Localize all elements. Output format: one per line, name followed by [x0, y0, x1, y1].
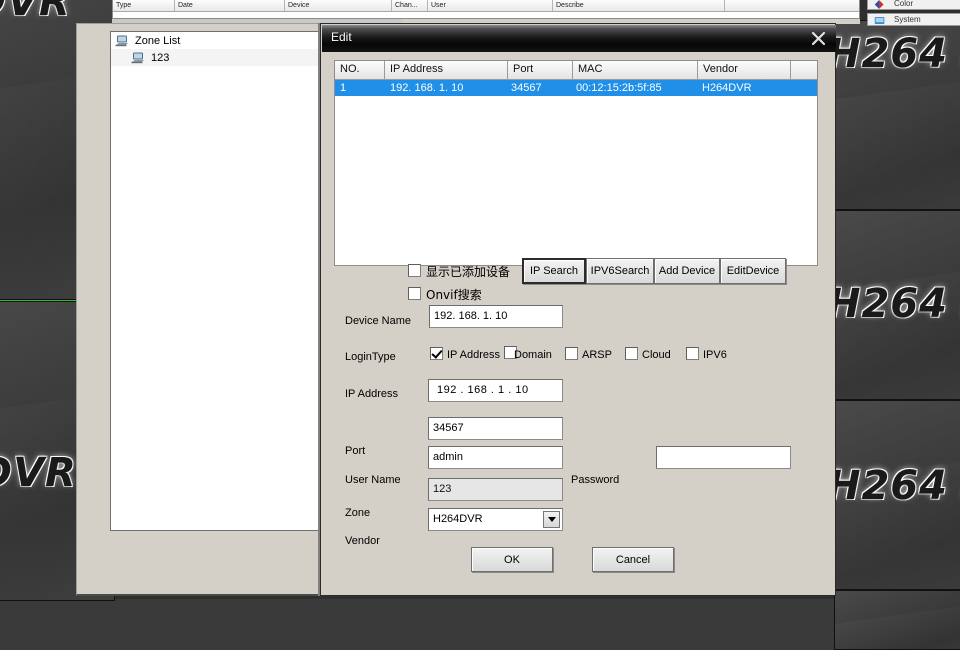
- vendor-select-value: H264DVR: [433, 513, 483, 525]
- dvr-logo: H264 DVR: [834, 281, 960, 327]
- cell-vendor: H264DVR: [702, 82, 752, 94]
- edit-dialog: Edit NO. IP Address Port MAC Vendor 1 19…: [320, 23, 836, 596]
- col-mac[interactable]: MAC: [573, 61, 698, 79]
- menu-item-color[interactable]: Color: [867, 0, 960, 10]
- col-vendor[interactable]: Vendor: [698, 61, 791, 79]
- log-col-channel: Chan...: [392, 0, 428, 11]
- edit-device-button[interactable]: EditDevice: [720, 258, 786, 284]
- device-list[interactable]: NO. IP Address Port MAC Vendor 1 192. 16…: [334, 60, 818, 266]
- device-name-input[interactable]: 192. 168. 1. 10: [429, 305, 563, 328]
- menu-item-system[interactable]: System: [867, 13, 960, 26]
- ip-address-input[interactable]: 192 . 168 . 1 . 10: [428, 379, 563, 402]
- computer-icon: [131, 52, 144, 64]
- menu-item-color-label: Color: [894, 0, 914, 8]
- cell-blank: [791, 80, 817, 96]
- ip-search-button[interactable]: IP Search: [522, 258, 586, 284]
- onvif-search-checkbox[interactable]: [408, 287, 421, 300]
- login-type-ip-address-label: IP Address: [447, 349, 500, 361]
- login-type-arsp-checkbox[interactable]: [565, 347, 578, 360]
- video-cell: [834, 590, 960, 650]
- login-type-ipv6-label: IPV6: [703, 349, 727, 361]
- login-type-cloud-label: Cloud: [642, 349, 671, 361]
- ipv6-search-button[interactable]: IPV6Search: [586, 258, 654, 284]
- dvr-logo: H264 DVR: [834, 463, 960, 509]
- onvif-search-label: Onvif搜索: [426, 288, 482, 302]
- cancel-button[interactable]: Cancel: [592, 547, 674, 572]
- tree-item-zone-list[interactable]: Zone List: [111, 32, 318, 49]
- background-menu-fragment: Color System: [867, 0, 960, 26]
- chevron-down-icon[interactable]: [543, 511, 560, 528]
- user-name-input[interactable]: admin: [428, 446, 563, 469]
- device-manager-window: Zone List 123: [76, 23, 320, 596]
- show-added-devices-checkbox[interactable]: [408, 264, 421, 277]
- col-blank[interactable]: [791, 61, 817, 79]
- dialog-title-bar[interactable]: Edit: [322, 25, 836, 52]
- add-device-button[interactable]: Add Device: [654, 258, 720, 284]
- user-name-label: User Name: [345, 474, 401, 486]
- login-type-domain-label: Domain: [514, 349, 552, 361]
- tree-item-123-label: 123: [151, 51, 170, 64]
- cell-ip: 192. 168. 1. 10: [390, 82, 464, 94]
- ip-address-label: IP Address: [345, 388, 398, 400]
- menu-item-system-label: System: [894, 15, 921, 24]
- color-palette-icon: [874, 0, 884, 9]
- col-ip[interactable]: IP Address: [385, 61, 508, 79]
- password-label: Password: [571, 474, 620, 486]
- background-log-table: Type Date Device Chan... User Describe: [112, 0, 860, 19]
- log-table-header: Type Date Device Chan... User Describe: [113, 0, 859, 12]
- device-name-label: Device Name: [345, 315, 412, 327]
- log-col-blank: [725, 0, 859, 11]
- dvr-logo: H264 DVR: [0, 0, 71, 25]
- close-button[interactable]: [807, 28, 829, 48]
- login-type-cloud-checkbox[interactable]: [625, 347, 638, 360]
- dialog-title: Edit: [331, 30, 352, 44]
- log-col-date: Date: [175, 0, 285, 11]
- login-type-arsp-label: ARSP: [582, 349, 612, 361]
- log-col-describe: Describe: [553, 0, 725, 11]
- system-gear-icon: [874, 17, 885, 24]
- device-list-header: NO. IP Address Port MAC Vendor: [335, 61, 817, 80]
- cell-no: 1: [340, 82, 347, 94]
- vendor-select[interactable]: H264DVR: [428, 508, 563, 531]
- zone-label: Zone: [345, 507, 371, 519]
- login-type-ip-address-checkbox[interactable]: [430, 347, 443, 360]
- zone-list-panel[interactable]: Zone List 123: [110, 31, 319, 531]
- vendor-label: Vendor: [345, 535, 380, 547]
- tree-item-zone-list-label: Zone List: [135, 34, 181, 47]
- cell-port: 34567: [511, 82, 542, 94]
- ok-button[interactable]: OK: [471, 547, 553, 572]
- video-cell: H264 DVR: [834, 400, 960, 590]
- login-type-ipv6-checkbox[interactable]: [686, 347, 699, 360]
- tree-item-123[interactable]: 123: [111, 49, 318, 66]
- video-cell: H264 DVR: [834, 20, 960, 210]
- zone-input: 123: [428, 478, 563, 501]
- log-col-type: Type: [113, 0, 175, 11]
- port-label: Port: [345, 445, 366, 457]
- col-no[interactable]: NO.: [335, 61, 385, 79]
- video-cell: H264 DVR: [834, 210, 960, 400]
- dvr-logo: H264 DVR: [834, 31, 960, 77]
- port-input[interactable]: 34567: [428, 417, 563, 440]
- password-input[interactable]: [656, 446, 791, 469]
- cell-mac: 00:12:15:2b:5f:85: [576, 82, 662, 94]
- show-added-devices-label: 显示已添加设备: [426, 265, 511, 279]
- log-col-user: User: [428, 0, 553, 11]
- close-icon: [811, 31, 825, 45]
- dvr-logo: H264 DVR: [0, 450, 77, 496]
- table-row[interactable]: 1 192. 168. 1. 10 34567 00:12:15:2b:5f:8…: [335, 80, 817, 96]
- log-col-device: Device: [285, 0, 392, 11]
- col-port[interactable]: Port: [508, 61, 573, 79]
- computer-icon: [115, 35, 128, 47]
- login-type-label: LoginType: [345, 351, 396, 363]
